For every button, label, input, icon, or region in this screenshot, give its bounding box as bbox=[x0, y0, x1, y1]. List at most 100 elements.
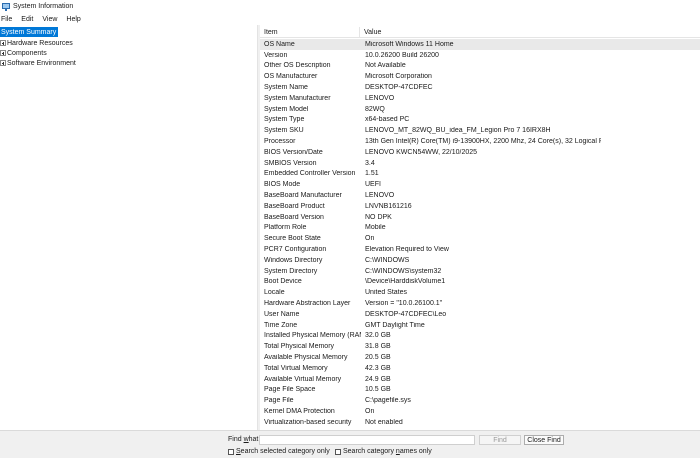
row-value-cell: LENOVO_MT_82WQ_BU_idea_FM_Legion Pro 7 1… bbox=[365, 127, 551, 135]
table-row[interactable]: PCR7 Configuration Elevation Required to … bbox=[260, 244, 700, 255]
search-category-names-checkbox[interactable]: Search category names only bbox=[335, 448, 432, 455]
table-row[interactable]: Platform Role Mobile bbox=[260, 223, 700, 234]
row-item-cell: System Manufacturer bbox=[264, 94, 331, 102]
table-row[interactable]: BaseBoard Product LNVNB161216 bbox=[260, 201, 700, 212]
row-item-cell: Windows Directory bbox=[264, 256, 323, 264]
table-row[interactable]: SMBIOS Version 3.4 bbox=[260, 158, 700, 169]
row-value-cell: DESKTOP-47CDFEC bbox=[365, 84, 433, 92]
row-value-cell: LENOVO KWCN54WW, 22/10/2025 bbox=[365, 148, 478, 156]
tree-item-components[interactable]: Components bbox=[0, 48, 47, 58]
row-item-cell: Kernel DMA Protection bbox=[264, 408, 335, 416]
table-row[interactable]: Other OS Description Not Available bbox=[260, 61, 700, 72]
row-item-cell: Hardware Abstraction Layer bbox=[264, 300, 351, 308]
row-item-cell: Time Zone bbox=[264, 321, 298, 329]
menu-file[interactable]: File bbox=[0, 16, 16, 23]
row-item-cell: Available Virtual Memory bbox=[264, 375, 342, 383]
row-value-cell: 10.0.26200 Build 26200 bbox=[365, 51, 439, 59]
table-row[interactable]: Page File C:\pagefile.sys bbox=[260, 395, 700, 406]
table-row[interactable]: BaseBoard Manufacturer LENOVO bbox=[260, 190, 700, 201]
table-row[interactable]: Processor 13th Gen Intel(R) Core(TM) i9-1… bbox=[260, 136, 700, 147]
table-row[interactable]: Virtualization-based security Not enabled bbox=[260, 417, 700, 428]
row-value-cell: NO DPK bbox=[365, 213, 392, 221]
row-item-cell: Installed Physical Memory (RAM) bbox=[264, 332, 361, 340]
details-header: Item Value bbox=[260, 27, 700, 38]
row-value-cell: Version = "10.0.26100.1" bbox=[365, 300, 443, 308]
checkbox-label: Search selected category only bbox=[236, 448, 330, 455]
table-row[interactable]: Total Physical Memory 31.8 GB bbox=[260, 341, 700, 352]
table-row[interactable]: Locale United States bbox=[260, 287, 700, 298]
table-row[interactable]: Embedded Controller Version 1.51 bbox=[260, 169, 700, 180]
row-item-cell: Virtualization-based security bbox=[264, 418, 352, 426]
table-row[interactable]: BIOS Version/Date LENOVO KWCN54WW, 22/10/… bbox=[260, 147, 700, 158]
find-button[interactable]: Find bbox=[479, 435, 521, 445]
row-value-cell: 10.5 GB bbox=[365, 386, 391, 394]
menu-view[interactable]: View bbox=[40, 16, 61, 23]
menu-edit[interactable]: Edit bbox=[19, 16, 37, 23]
table-row[interactable]: Hardware Abstraction Layer Version = "10.… bbox=[260, 298, 700, 309]
row-item-cell: Available Physical Memory bbox=[264, 354, 348, 362]
tree-item-hardware-resources[interactable]: Hardware Resources bbox=[0, 38, 73, 48]
expand-plus-icon[interactable] bbox=[0, 60, 6, 66]
table-row[interactable]: Available Physical Memory 20.5 GB bbox=[260, 352, 700, 363]
row-value-cell: 31.8 GB bbox=[365, 343, 391, 351]
column-header-value[interactable]: Value bbox=[360, 27, 600, 38]
table-row[interactable]: System Name DESKTOP-47CDFEC bbox=[260, 82, 700, 93]
table-row[interactable]: User Name DESKTOP-47CDFEC\Leo bbox=[260, 309, 700, 320]
table-row[interactable]: BIOS Mode UEFI bbox=[260, 179, 700, 190]
table-row[interactable]: Installed Physical Memory (RAM) 32.0 GB bbox=[260, 331, 700, 342]
table-row[interactable]: Boot Device \Device\HarddiskVolume1 bbox=[260, 277, 700, 288]
row-item-cell: Locale bbox=[264, 289, 285, 297]
table-row[interactable]: App Control for Business policyEnforced bbox=[260, 428, 700, 429]
tree-item-software-environment[interactable]: Software Environment bbox=[0, 58, 76, 68]
row-item-cell: Other OS Description bbox=[264, 62, 331, 70]
table-row[interactable]: System Model 82WQ bbox=[260, 104, 700, 115]
row-value-cell: LENOVO bbox=[365, 94, 395, 102]
row-value-cell: Not Available bbox=[365, 62, 406, 70]
table-row[interactable]: BaseBoard Version NO DPK bbox=[260, 212, 700, 223]
table-row[interactable]: System SKU LENOVO_MT_82WQ_BU_idea_FM_Legi… bbox=[260, 125, 700, 136]
row-value-cell: UEFI bbox=[365, 181, 381, 189]
expand-plus-icon[interactable] bbox=[0, 50, 6, 56]
row-item-cell: OS Manufacturer bbox=[264, 73, 318, 81]
checkbox-box[interactable] bbox=[335, 448, 341, 455]
table-row[interactable]: Time Zone GMT Daylight Time bbox=[260, 320, 700, 331]
table-row[interactable]: System Manufacturer LENOVO bbox=[260, 93, 700, 104]
row-value-cell: Elevation Required to View bbox=[365, 246, 449, 254]
row-value-cell: Microsoft Windows 11 Home bbox=[365, 40, 454, 48]
table-row[interactable]: Version 10.0.26200 Build 26200 bbox=[260, 50, 700, 61]
checkbox-box[interactable] bbox=[228, 448, 234, 455]
search-selected-category-checkbox[interactable]: Search selected category only bbox=[228, 448, 330, 455]
row-item-cell: System Name bbox=[264, 84, 308, 92]
tree-item-system-summary[interactable]: System Summary bbox=[0, 27, 59, 37]
tree-item-label: Components bbox=[7, 49, 47, 57]
column-header-item[interactable]: Item bbox=[260, 27, 360, 38]
row-value-cell: On bbox=[365, 408, 375, 416]
system-information-app-icon bbox=[2, 2, 10, 11]
category-tree: System Summary Hardware Resources Compon… bbox=[0, 27, 257, 429]
row-value-cell: DESKTOP-47CDFEC\Leo bbox=[365, 310, 447, 318]
table-row[interactable]: Secure Boot State On bbox=[260, 233, 700, 244]
row-item-cell: System Model bbox=[264, 105, 309, 113]
table-row[interactable]: Page File Space 10.5 GB bbox=[260, 385, 700, 396]
table-row[interactable]: System Directory C:\WINDOWS\system32 bbox=[260, 266, 700, 277]
table-row[interactable]: Available Virtual Memory 24.9 GB bbox=[260, 374, 700, 385]
row-item-cell: Processor bbox=[264, 138, 296, 146]
find-input[interactable] bbox=[259, 435, 475, 445]
close-find-button[interactable]: Close Find bbox=[524, 435, 564, 445]
row-item-cell: BaseBoard Product bbox=[264, 202, 325, 210]
table-row[interactable]: OS Name Microsoft Windows 11 Home bbox=[260, 39, 700, 50]
row-value-cell: 24.9 GB bbox=[365, 375, 391, 383]
table-row[interactable]: Windows Directory C:\WINDOWS bbox=[260, 255, 700, 266]
row-item-cell: System Directory bbox=[264, 267, 318, 275]
table-row[interactable]: Kernel DMA Protection On bbox=[260, 406, 700, 417]
menu-bar: File Edit View Help bbox=[0, 13, 700, 25]
table-row[interactable]: System Type x64-based PC bbox=[260, 115, 700, 126]
row-value-cell: 3.4 bbox=[365, 159, 375, 167]
menu-help[interactable]: Help bbox=[64, 16, 84, 23]
row-item-cell: Platform Role bbox=[264, 224, 307, 232]
row-item-cell: BaseBoard Manufacturer bbox=[264, 192, 342, 200]
table-row[interactable]: OS Manufacturer Microsoft Corporation bbox=[260, 71, 700, 82]
tree-item-label: Hardware Resources bbox=[7, 39, 73, 47]
expand-plus-icon[interactable] bbox=[0, 40, 6, 46]
table-row[interactable]: Total Virtual Memory 42.3 GB bbox=[260, 363, 700, 374]
